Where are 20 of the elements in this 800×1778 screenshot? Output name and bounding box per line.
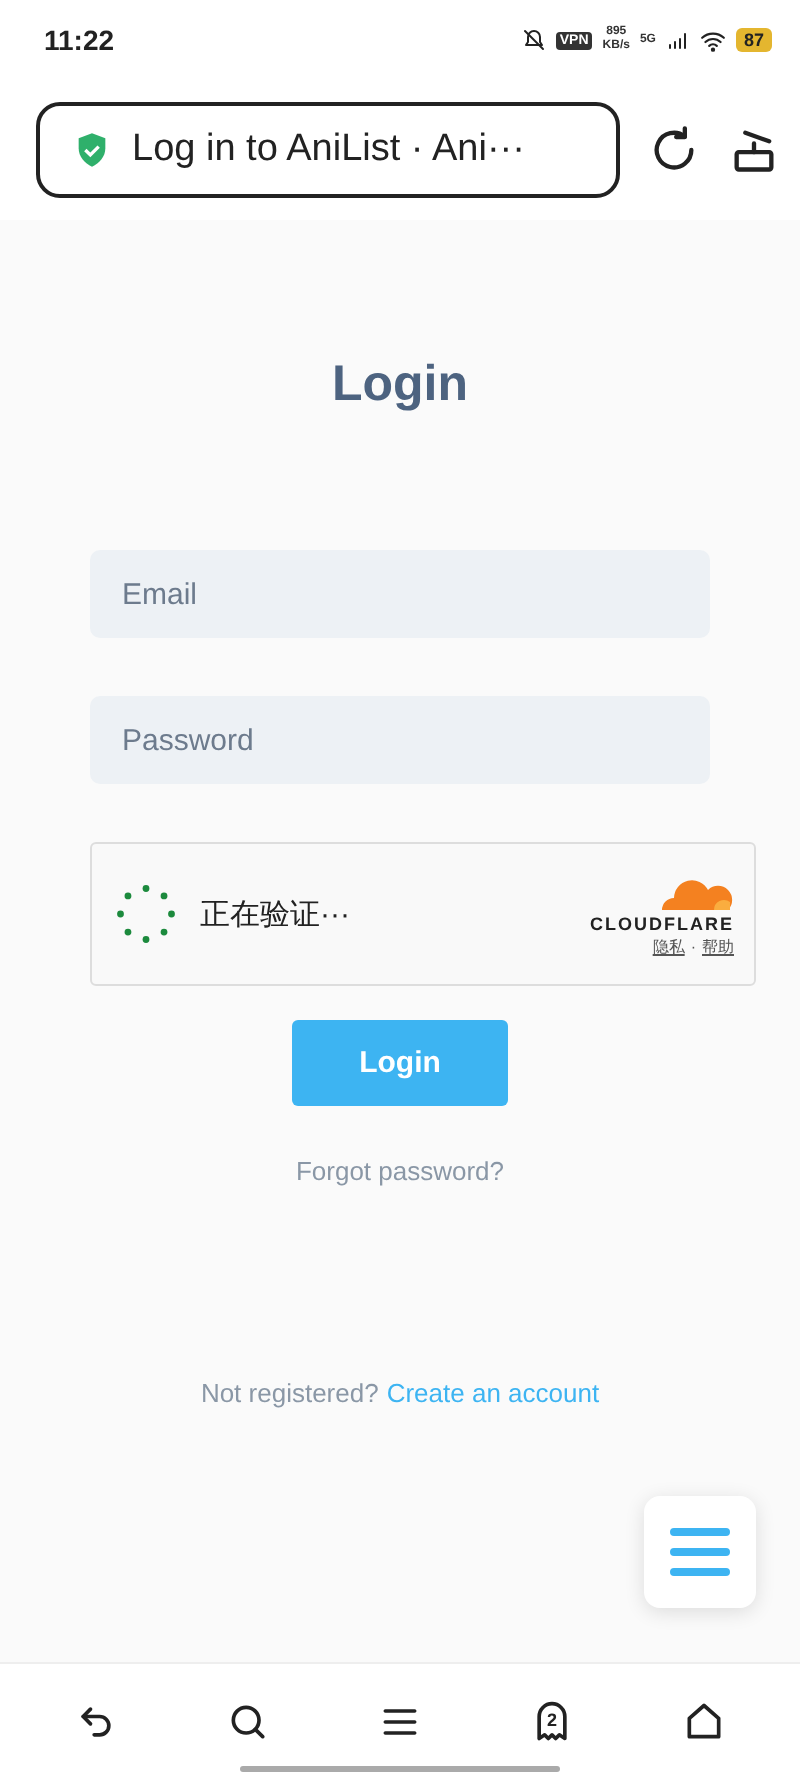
signal-icon [665,28,690,52]
spinner-icon [112,880,180,948]
separator-dot: · [690,937,696,955]
register-prompt: Not registered? [200,1378,379,1408]
tabs-button[interactable]: 2 [526,1695,578,1747]
captcha-link[interactable]: 帮助 [702,935,734,957]
muted-bell-icon [521,28,546,52]
brand-name: CLOUDFLARE [590,913,734,933]
battery-level: 87 [735,28,772,52]
house-icon [682,1699,726,1743]
address-bar[interactable]: Log in to AniList · Ani··· [36,102,620,198]
menu-icon [668,1524,732,1580]
captcha-link[interactable]: 隐私 [652,935,685,957]
email-field[interactable]: Email [90,550,710,638]
captcha-widget[interactable]: 正在验证··· CLOUDFLARE 隐私 · 帮助 [90,842,756,986]
verifying-text: 正在验证··· [200,895,352,933]
wifi-icon [699,27,726,53]
clock-time: 11:22 [44,24,115,56]
login-title: Login [331,356,469,414]
password-field[interactable]: Password [90,696,710,784]
